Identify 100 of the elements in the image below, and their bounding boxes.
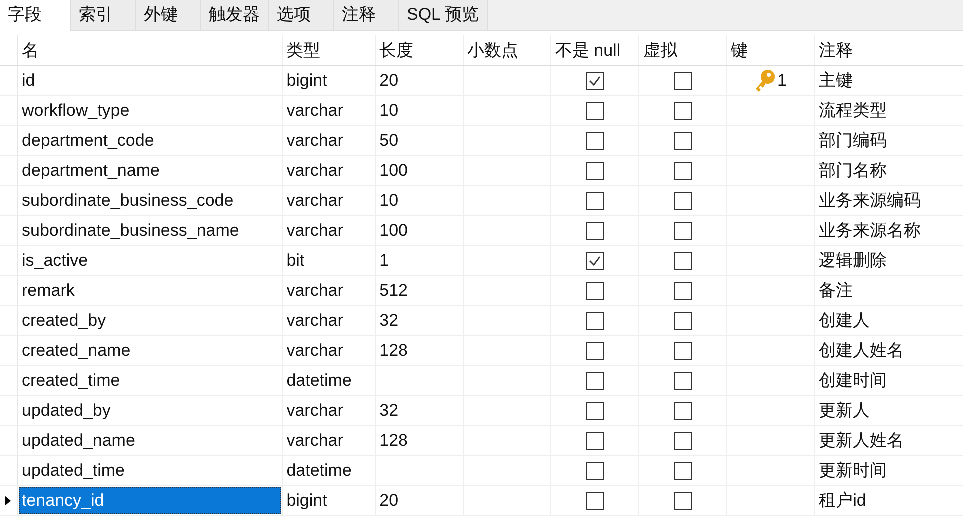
table-cell-text: 部门编码 xyxy=(819,130,888,152)
table-cell-text: 租户id xyxy=(819,490,866,512)
checkbox[interactable] xyxy=(674,432,692,450)
check-icon xyxy=(588,74,602,86)
table-cell: varchar xyxy=(286,340,344,360)
checkbox[interactable] xyxy=(674,402,692,420)
table-cell: varchar xyxy=(286,280,344,300)
table-cell-text: 更新人 xyxy=(819,400,870,422)
column-header: 虚拟 xyxy=(639,35,728,65)
table-cell-text: 流程类型 xyxy=(819,100,888,122)
table-cell-text: created_time xyxy=(20,370,122,392)
table-cell: 1 xyxy=(380,250,390,270)
checkbox[interactable] xyxy=(586,222,604,240)
checkbox[interactable] xyxy=(586,342,604,360)
table-cell: datetime xyxy=(286,370,352,390)
table-cell: varchar xyxy=(286,190,344,210)
table-cell: 32 xyxy=(380,310,399,330)
key-number: 1 xyxy=(777,70,787,90)
check-icon xyxy=(588,254,602,266)
table-cell: bit xyxy=(286,250,305,270)
table-cell: varchar xyxy=(286,160,344,180)
checkbox[interactable] xyxy=(586,132,604,150)
checkbox[interactable] xyxy=(674,102,692,120)
table-cell-text: 主键 xyxy=(819,70,854,92)
table-cell: varchar xyxy=(286,400,344,420)
table-cell: bigint xyxy=(286,70,328,90)
table-cell: varchar xyxy=(286,310,344,330)
table-cell-text: updated_by xyxy=(20,400,112,422)
column-header: 小数点 xyxy=(464,35,552,65)
table-cell: 100 xyxy=(380,220,408,240)
tab[interactable]: 索引 xyxy=(71,0,136,30)
table-cell: 10 xyxy=(380,190,399,210)
checkbox[interactable] xyxy=(674,192,692,210)
table-cell: 20 xyxy=(380,70,399,90)
checkbox[interactable] xyxy=(586,192,604,210)
table-cell-text: 备注 xyxy=(819,280,854,302)
table-cell-text: 更新人姓名 xyxy=(819,430,904,452)
table-cell: 128 xyxy=(380,430,408,450)
checkbox[interactable] xyxy=(674,132,692,150)
checkbox[interactable] xyxy=(674,162,692,180)
tab[interactable]: 注释 xyxy=(334,0,399,30)
checkbox[interactable] xyxy=(586,372,604,390)
checkbox[interactable] xyxy=(674,222,692,240)
tab[interactable]: 外键 xyxy=(136,0,201,30)
checkbox[interactable] xyxy=(586,402,604,420)
table-cell-text: subordinate_business_code xyxy=(20,190,235,212)
table-cell: 10 xyxy=(380,100,399,120)
row-pointer-icon xyxy=(5,496,12,506)
table-cell: bigint xyxy=(286,490,328,510)
table-cell: datetime xyxy=(286,460,352,480)
table-cell-text: department_name xyxy=(20,160,161,182)
table-cell-text: subordinate_business_name xyxy=(20,220,240,242)
checkbox[interactable] xyxy=(586,462,604,480)
column-header: 不是 null xyxy=(551,35,640,65)
checkbox[interactable] xyxy=(586,312,604,330)
tab[interactable]: 选项 xyxy=(269,0,334,30)
checkbox[interactable] xyxy=(586,492,604,510)
column-header: 键 xyxy=(727,35,816,65)
table-cell: varchar xyxy=(286,220,344,240)
table-cell-text: 更新时间 xyxy=(819,460,888,482)
table-cell-text: remark xyxy=(20,280,76,302)
checkbox[interactable] xyxy=(674,252,692,270)
checkbox[interactable] xyxy=(586,282,604,300)
checkbox[interactable] xyxy=(586,72,604,90)
checkbox[interactable] xyxy=(674,492,692,510)
key-icon xyxy=(754,68,776,92)
checkbox[interactable] xyxy=(674,312,692,330)
table-cell: 512 xyxy=(380,280,408,300)
checkbox[interactable] xyxy=(674,342,692,360)
tab[interactable]: SQL 预览 xyxy=(399,0,488,30)
table-cell-text: workflow_type xyxy=(20,100,131,122)
table-cell: varchar xyxy=(286,100,344,120)
checkbox[interactable] xyxy=(586,162,604,180)
checkbox[interactable] xyxy=(674,462,692,480)
table-cell-text: 业务来源编码 xyxy=(819,190,922,212)
column-header: 注释 xyxy=(818,40,854,62)
checkbox[interactable] xyxy=(586,432,604,450)
checkbox[interactable] xyxy=(674,372,692,390)
table-cell-text: id xyxy=(20,70,36,92)
table-cell: varchar xyxy=(286,130,344,150)
checkbox[interactable] xyxy=(586,252,604,270)
table-cell-text: 创建时间 xyxy=(819,370,888,392)
table-cell-text: 逻辑删除 xyxy=(819,250,888,272)
table-cell-text: 创建人 xyxy=(819,310,870,332)
tab[interactable]: 字段 xyxy=(0,0,71,31)
checkbox[interactable] xyxy=(674,282,692,300)
table-cell-text: 部门名称 xyxy=(819,160,888,182)
table-cell-text: created_name xyxy=(20,340,132,362)
checkbox[interactable] xyxy=(674,72,692,90)
table-cell: 100 xyxy=(380,160,408,180)
tab[interactable]: 触发器 xyxy=(201,0,269,30)
table-cell-text: updated_name xyxy=(20,430,136,452)
table-cell: 20 xyxy=(380,490,399,510)
checkbox[interactable] xyxy=(586,102,604,120)
column-header: 类型 xyxy=(282,35,376,65)
table-cell-text: department_code xyxy=(20,130,156,152)
table-cell-text: 创建人姓名 xyxy=(819,340,904,362)
table-cell: 50 xyxy=(380,130,399,150)
table-cell-text: 业务来源名称 xyxy=(819,220,922,242)
table-cell: varchar xyxy=(286,430,344,450)
